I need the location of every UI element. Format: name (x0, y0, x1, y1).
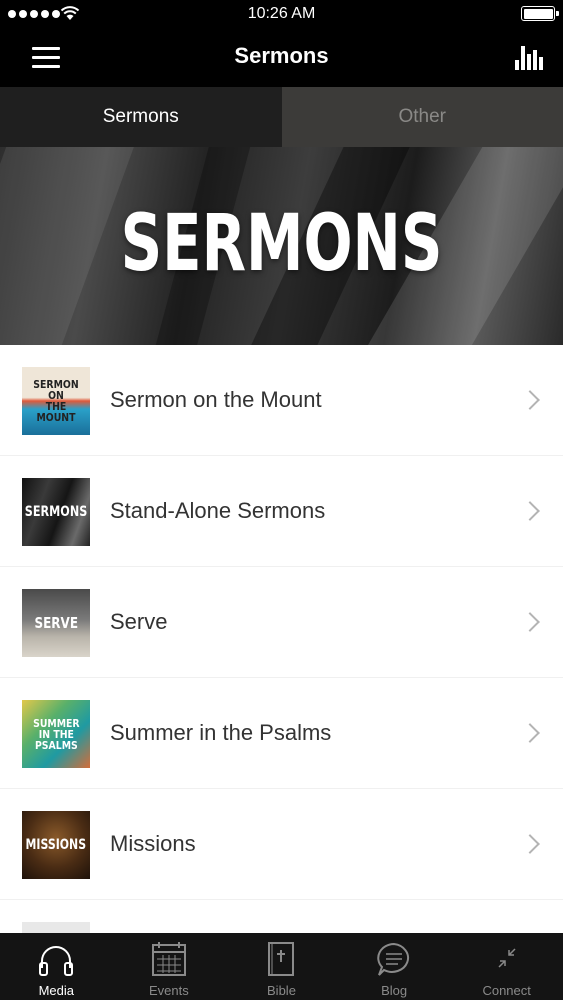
series-thumbnail: SUMMER IN THE PSALMS (22, 700, 90, 768)
list-item[interactable]: SERMON ON THE MOUNT Sermon on the Mount (0, 345, 563, 456)
tab-media[interactable]: Media (0, 933, 113, 1000)
nav-bar: Sermons (0, 30, 563, 87)
chevron-right-icon (520, 501, 540, 521)
list-item-label: Stand-Alone Sermons (110, 498, 326, 523)
hero-title: SERMONS (120, 199, 443, 289)
status-bar: 10:26 AM (0, 0, 563, 30)
chevron-right-icon (520, 723, 540, 743)
tab-events[interactable]: Events (113, 933, 226, 1000)
chevron-right-icon (520, 390, 540, 410)
list-item[interactable]: SERVE Serve (0, 567, 563, 678)
list-item-label: Sermon on the Mount (110, 387, 322, 412)
list-item[interactable]: MISSIONS Missions (0, 789, 563, 900)
list-item-label: Missions (110, 831, 196, 856)
tab-bible[interactable]: Bible (225, 933, 338, 1000)
chevron-right-icon (520, 612, 540, 632)
list-item[interactable]: SUMMER IN THE PSALMS Summer in the Psalms (0, 678, 563, 789)
tab-connect[interactable]: Connect (450, 933, 563, 1000)
hero-banner: SERMONS (0, 147, 563, 345)
series-thumbnail: MISSIONS (22, 811, 90, 879)
tab-other[interactable]: Other (281, 87, 563, 147)
battery-icon (521, 6, 559, 21)
headphones-icon (39, 946, 74, 976)
chat-bubble-icon (377, 942, 410, 976)
tab-bar: Media Events Bible Blog Connect (0, 933, 563, 1000)
list-item[interactable] (0, 900, 563, 933)
list-item-label: Serve (110, 609, 168, 634)
series-thumbnail: SERVE (22, 589, 90, 657)
sermon-series-list: SERMON ON THE MOUNT Sermon on the Mount S… (0, 345, 563, 933)
list-item[interactable]: SERMONS Stand-Alone Sermons (0, 456, 563, 567)
bar-chart-icon (515, 46, 543, 70)
tab-label: Bible (267, 983, 296, 998)
tab-blog[interactable]: Blog (338, 933, 451, 1000)
chevron-right-icon (520, 834, 540, 854)
tab-label: Blog (381, 983, 408, 998)
tab-label: Connect (482, 983, 531, 998)
tab-label: Media (38, 983, 74, 998)
series-thumbnail: SERMONS (22, 478, 90, 546)
list-item-label: Summer in the Psalms (110, 720, 332, 745)
segmented-control: Sermons Other (0, 87, 563, 147)
tab-sermons[interactable]: Sermons (0, 87, 282, 147)
bible-icon (268, 942, 295, 976)
series-thumbnail (22, 922, 90, 933)
tab-label: Events (149, 983, 189, 998)
series-thumbnail: SERMON ON THE MOUNT (22, 367, 90, 435)
stats-button[interactable] (511, 40, 549, 76)
connect-arrows-icon (498, 948, 516, 968)
page-title: Sermons (234, 43, 329, 68)
status-time: 10:26 AM (247, 5, 316, 22)
calendar-icon (151, 942, 186, 976)
